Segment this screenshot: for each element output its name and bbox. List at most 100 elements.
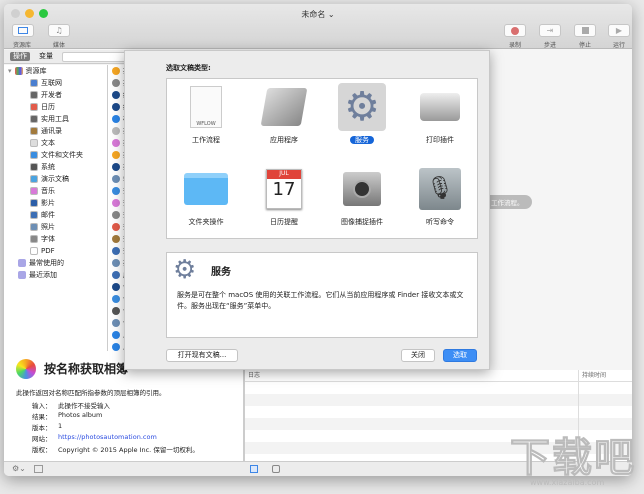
run-icon: ▶	[615, 26, 623, 35]
log-view-icon[interactable]	[250, 465, 258, 473]
variables-view-icon[interactable]	[272, 465, 280, 473]
action-title: 按名称获取相簿	[44, 362, 129, 376]
open-existing-button[interactable]: 打开现有文稿...	[166, 349, 238, 362]
camera-icon	[338, 165, 386, 213]
category-icon	[30, 187, 38, 195]
library-item[interactable]: 日历	[4, 101, 107, 113]
service-gear-icon: ⚙	[338, 83, 386, 131]
library-item[interactable]: 影片	[4, 197, 107, 209]
action-icon	[112, 199, 120, 207]
run-button[interactable]: ▶	[608, 24, 630, 37]
library-item[interactable]: PDF	[4, 245, 107, 257]
gear-menu-icon[interactable]: ⚙⌄	[12, 464, 26, 473]
library-item[interactable]: 演示文稿	[4, 173, 107, 185]
tab-actions[interactable]: 操作	[10, 52, 30, 61]
title-bar: 未命名 ⌄ 资源库 ♫ 媒体 录制 ⇥ 步进 停止 ▶ 运行	[4, 4, 632, 49]
step-label: 步进	[543, 42, 556, 49]
media-button[interactable]: ♫	[48, 24, 70, 37]
document-type-camera[interactable]: 图像捕捉插件	[323, 165, 401, 227]
description-field: 版权： Copyright © 2015 Apple Inc. 保留一切权利。	[32, 446, 199, 454]
website-link[interactable]: https://photosautomation.com	[58, 433, 157, 444]
record-button[interactable]	[504, 24, 526, 37]
choose-button[interactable]: 选取	[443, 349, 477, 362]
dialog-prompt: 选取文稿类型:	[166, 64, 211, 72]
document-type-application[interactable]: 应用程序	[245, 83, 323, 145]
category-icon	[30, 211, 38, 219]
document-type-dialog: 选取文稿类型: WFLOW 工作流程 应用程序 ⚙ 服务 打印插件 文件夹操作 JUL 17 日历…	[124, 50, 490, 370]
library-item[interactable]: 互联网	[4, 77, 107, 89]
log-column-header[interactable]: 日志	[248, 370, 260, 382]
document-type-workflow[interactable]: WFLOW 工作流程	[167, 83, 245, 145]
description-bottom-bar: ⚙⌄	[4, 461, 244, 476]
stop-label: 停止	[578, 42, 591, 49]
calendar-icon: JUL 17	[260, 165, 308, 213]
close-button[interactable]: 关闭	[401, 349, 435, 362]
category-icon	[30, 175, 38, 183]
library-item[interactable]: 实用工具	[4, 113, 107, 125]
category-icon	[30, 127, 38, 135]
type-detail-title: 服务	[211, 267, 231, 278]
library-item[interactable]: 文件和文件夹	[4, 149, 107, 161]
action-icon	[112, 211, 120, 219]
category-icon	[30, 151, 38, 159]
category-icon	[30, 247, 38, 255]
action-icon	[112, 79, 120, 87]
document-type-microphone[interactable]: 🎙 听写命令	[401, 165, 479, 227]
library-label: 资源库	[12, 42, 31, 49]
printer-icon	[416, 83, 464, 131]
stop-button[interactable]	[574, 24, 596, 37]
library-root[interactable]: ▾ 资源库	[4, 65, 107, 77]
type-detail-box: ⚙ 服务 服务是可在整个 macOS 使用的关联工作流程。它们从当前应用程序或 …	[166, 252, 478, 338]
action-icon	[112, 307, 120, 315]
document-type-service-gear[interactable]: ⚙ 服务	[323, 83, 401, 145]
description-field: 结果： Photos album	[32, 411, 103, 421]
service-gear-icon: ⚙	[173, 255, 197, 285]
tab-variables[interactable]: 变量	[36, 52, 56, 61]
document-type-printer[interactable]: 打印插件	[401, 83, 479, 145]
library-item[interactable]: 文本	[4, 137, 107, 149]
action-icon	[112, 187, 120, 195]
library-list[interactable]: ▾ 资源库 互联网 开发者 日历 实用工具 通讯录 文本 文件和文件夹 系统 演示文稿 音乐 影片 邮件照…	[4, 65, 108, 351]
library-item[interactable]: 开发者	[4, 89, 107, 101]
photos-icon	[16, 359, 36, 379]
document-type-calendar[interactable]: JUL 17 日历提醒	[245, 165, 323, 227]
collapse-description-icon[interactable]	[34, 465, 43, 473]
document-type-grid: WFLOW 工作流程 应用程序 ⚙ 服务 打印插件文件夹操作 JUL 17 日历提醒 图像捕捉插件…	[166, 78, 478, 239]
action-icon	[112, 67, 120, 75]
step-button[interactable]: ⇥	[539, 24, 561, 37]
window-title[interactable]: 未命名 ⌄	[4, 9, 632, 20]
smart-group-item[interactable]: 最常使用的	[4, 257, 107, 269]
application-icon	[260, 83, 308, 131]
action-icon	[112, 319, 120, 327]
action-icon	[112, 151, 120, 159]
action-icon	[112, 283, 120, 291]
document-type-folder[interactable]: 文件夹操作	[167, 165, 245, 227]
duration-column-header[interactable]: 持续时间	[578, 370, 606, 382]
category-icon	[30, 199, 38, 207]
smart-group-item[interactable]: 最近添加	[4, 269, 107, 281]
library-item[interactable]: 照片	[4, 221, 107, 233]
library-item[interactable]: 邮件	[4, 209, 107, 221]
library-item[interactable]: 音乐	[4, 185, 107, 197]
action-icon	[112, 115, 120, 123]
action-icon	[112, 163, 120, 171]
action-icon	[112, 235, 120, 243]
library-item[interactable]: 系统	[4, 161, 107, 173]
step-icon: ⇥	[546, 26, 554, 35]
library-item[interactable]: 字体	[4, 233, 107, 245]
action-icon	[112, 91, 120, 99]
action-icon	[112, 223, 120, 231]
description-field: 版本： 1	[32, 422, 63, 432]
library-toggle-button[interactable]	[12, 24, 34, 37]
description-field: 网站： https://photosautomation.com	[32, 433, 157, 444]
category-icon	[30, 163, 38, 171]
description-field: 输入： 此操作不接受输入	[32, 402, 110, 410]
library-icon	[14, 67, 23, 75]
action-icon	[112, 259, 120, 267]
stop-icon	[581, 27, 589, 34]
record-label: 录制	[508, 42, 521, 49]
media-label: 媒体	[52, 42, 65, 49]
watermark-url: www.xiazaiba.com	[530, 478, 605, 487]
library-item[interactable]: 通讯录	[4, 125, 107, 137]
action-icon	[112, 175, 120, 183]
